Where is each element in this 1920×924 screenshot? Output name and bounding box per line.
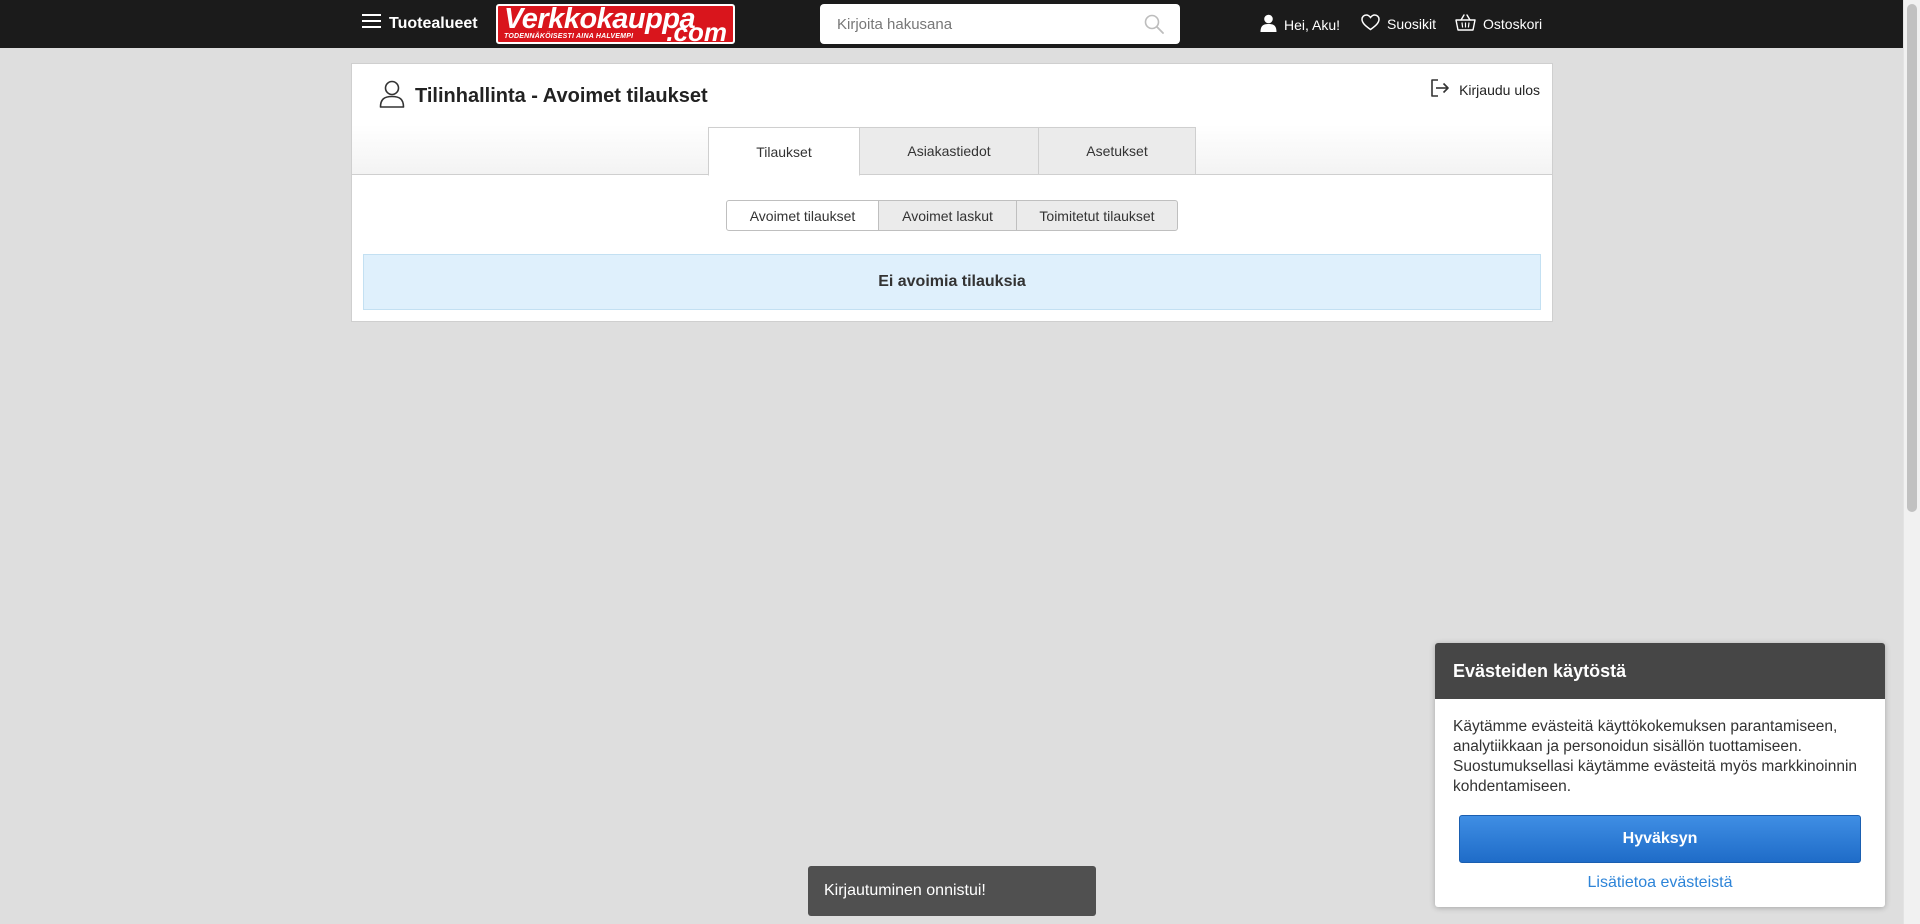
account-greeting: Hei, Aku! [1284,16,1341,33]
heart-icon [1361,14,1380,34]
cart-label: Ostoskori [1483,16,1543,32]
cookie-consent-panel: Evästeiden käytöstä Käytämme evästeitä k… [1435,643,1885,907]
login-success-toast: Kirjautuminen onnistui! [808,866,1096,916]
categories-menu-label: Tuotealueet [389,14,478,32]
scrollbar-thumb[interactable] [1907,4,1917,512]
subtab-delivered-orders[interactable]: Toimitetut tilaukset [1016,200,1178,231]
user-icon [1260,14,1277,35]
categories-menu-button[interactable]: Tuotealueet [362,13,478,34]
user-outline-icon [379,80,405,113]
logo-tagline: TODENNÄKÖISESTI AINA HALVEMPI [504,33,634,40]
account-link[interactable]: Hei, Aku! [1260,14,1340,35]
cookie-panel-title: Evästeiden käytöstä [1435,643,1885,699]
toast-message: Kirjautuminen onnistui! [824,882,986,899]
tab-settings[interactable]: Asetukset [1038,127,1196,175]
page-scrollbar[interactable] [1903,0,1920,924]
cookie-info-link[interactable]: Lisätietoa evästeistä [1435,874,1885,892]
site-logo[interactable]: Verkkokauppa .com TODENNÄKÖISESTI AINA H… [496,4,735,44]
logo-suffix: .com [666,17,727,44]
order-subtabs: Avoimet tilaukset Avoimet laskut Toimite… [726,200,1178,231]
logout-label: Kirjaudu ulos [1459,81,1540,98]
search-icon[interactable] [1144,14,1164,39]
hamburger-icon [362,13,381,34]
subtab-open-orders[interactable]: Avoimet tilaukset [726,200,879,231]
page-title: Tilinhallinta - Avoimet tilaukset [415,85,708,107]
empty-orders-notice: Ei avoimia tilauksia [363,254,1541,310]
main-tabs: Tilaukset Asiakastiedot Asetukset [708,127,1196,176]
subtab-open-invoices[interactable]: Avoimet laskut [878,200,1017,231]
favorites-link[interactable]: Suosikit [1361,14,1436,34]
logout-link[interactable]: Kirjaudu ulos [1430,79,1540,100]
accept-cookies-button[interactable]: Hyväksyn [1459,815,1861,863]
basket-icon [1455,14,1476,34]
page-heading: Tilinhallinta - Avoimet tilaukset [379,80,708,113]
logout-icon [1430,79,1450,100]
account-panel-header: Tilinhallinta - Avoimet tilaukset Kirjau… [352,64,1552,176]
search-input[interactable] [820,4,1130,44]
search-box [820,4,1180,44]
top-navigation-bar: Tuotealueet Verkkokauppa .com TODENNÄKÖI… [0,0,1903,48]
cookie-panel-text: Käytämme evästeitä käyttökokemuksen para… [1453,718,1858,795]
tab-customer-info[interactable]: Asiakastiedot [859,127,1039,175]
tab-orders[interactable]: Tilaukset [708,127,860,176]
cart-link[interactable]: Ostoskori [1455,14,1542,34]
account-panel: Tilinhallinta - Avoimet tilaukset Kirjau… [351,63,1553,322]
favorites-label: Suosikit [1387,16,1437,32]
